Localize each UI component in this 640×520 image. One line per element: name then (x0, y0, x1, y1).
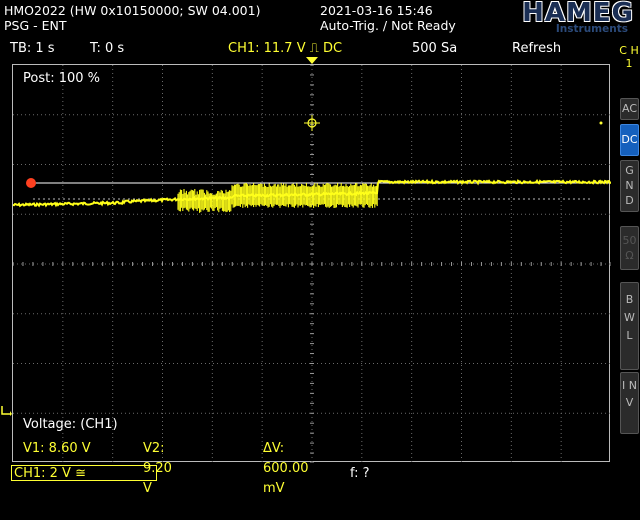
bwl-button[interactable]: B W L (620, 282, 639, 370)
frequency-readout: f: ? (350, 466, 370, 481)
channel-menu: AC DC G N D 50 Ω B W L I N V (618, 40, 640, 520)
device-info: HMO2022 (HW 0x10150000; SW 04.001) PSG -… (4, 3, 260, 33)
cursor-v1: V1: 8.60 V (23, 441, 91, 456)
datetime: 2021-03-16 15:46 (320, 3, 433, 18)
impedance-button[interactable]: 50 Ω (620, 226, 639, 270)
waveform-display[interactable]: Post: 100 % Voltage: (CH1) V1: 8.60 V V2… (12, 64, 611, 496)
trigger-status: Auto-Trig. / Not Ready (320, 18, 456, 33)
brand-logo: HAMEG Instruments (452, 0, 634, 37)
invert-button[interactable]: I N V (620, 372, 639, 434)
ac-coupling-button[interactable]: AC (620, 98, 639, 120)
cursor-delta: ΔV: 600.00 mV (263, 441, 309, 496)
status-info: 2021-03-16 15:46 Auto-Trig. / Not Ready (320, 3, 456, 33)
cursor-measurement: Voltage: (CH1) V1: 8.60 V V2: 9.20 V ΔV:… (13, 415, 309, 496)
gnd-button[interactable]: G N D (620, 160, 639, 212)
channel-scale[interactable]: CH1: 2 V ≅ (11, 465, 157, 481)
trigger-setting[interactable]: CH1: 11.7 V ⎍ DC (228, 41, 342, 56)
cursor-title: Voltage: (CH1) (23, 417, 118, 432)
timebase[interactable]: TB: 1 s (10, 41, 55, 56)
trigger-level-dot (599, 121, 603, 125)
info-bar: TB: 1 s T: 0 s CH1: 11.7 V ⎍ DC 500 Sa R… (0, 40, 612, 58)
scope-grid (13, 65, 611, 463)
post-trigger: Post: 100 % (23, 71, 101, 86)
sample-count: 500 Sa (412, 41, 458, 56)
ground-marker-icon (1, 406, 12, 416)
logo-sub: Instruments (555, 23, 628, 35)
device-mode: PSG - ENT (4, 18, 67, 33)
dc-coupling-button[interactable]: DC (620, 124, 639, 156)
acquisition-mode[interactable]: Refresh (512, 41, 561, 56)
reference-marker (26, 178, 36, 188)
device-model: HMO2022 (HW 0x10150000; SW 04.001) (4, 3, 261, 18)
time-offset[interactable]: T: 0 s (90, 41, 124, 56)
